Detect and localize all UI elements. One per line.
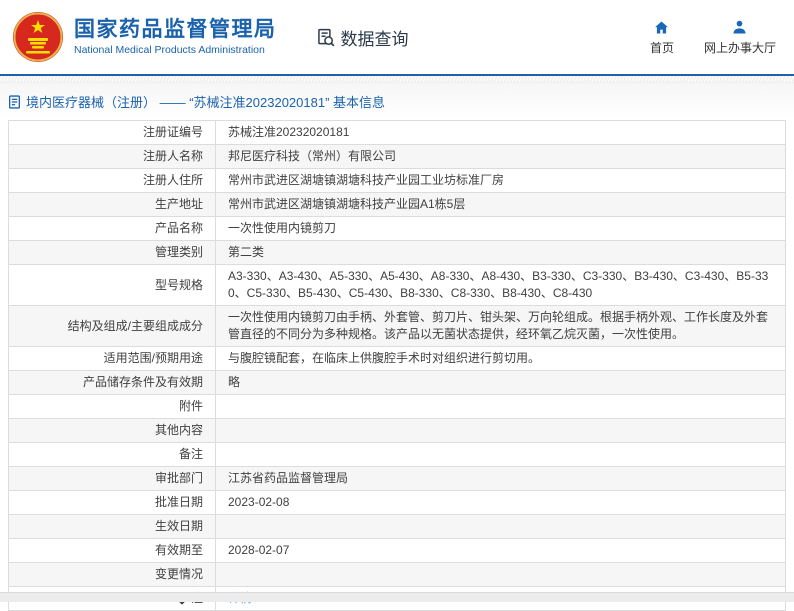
- table-row: 生产地址 常州市武进区湖塘镇湖塘科技产业园A1栋5层: [8, 192, 786, 217]
- row-value: 邦尼医疗科技（常州）有限公司: [215, 144, 786, 169]
- row-value: 2023-02-08: [215, 490, 786, 515]
- row-value: [215, 562, 786, 587]
- row-label: 型号规格: [8, 264, 216, 306]
- row-label: 批准日期: [8, 490, 216, 515]
- row-value: 略: [215, 370, 786, 395]
- row-value: A3-330、A3-430、A5-330、A5-430、A8-330、A8-43…: [215, 264, 786, 306]
- nmpa-logo[interactable]: 国家药品监督管理局 National Medical Products Admi…: [12, 11, 277, 63]
- row-label: 产品储存条件及有效期: [8, 370, 216, 395]
- row-label: 结构及组成/主要组成成分: [8, 305, 216, 347]
- table-row: 结构及组成/主要组成成分 一次性使用内镜剪刀由手柄、外套管、剪刀片、钳头架、万向轮…: [8, 305, 786, 347]
- nav-home-label: 首页: [649, 40, 674, 55]
- table-row: 批准日期 2023-02-08: [8, 490, 786, 515]
- row-value: [215, 514, 786, 539]
- row-value: 苏械注准20232020181: [215, 120, 786, 145]
- row-label: 变更情况: [8, 562, 216, 587]
- row-value: 2028-02-07: [215, 538, 786, 563]
- document-icon: [9, 94, 20, 109]
- header-nav: 首页 网上办事大厅: [650, 19, 776, 56]
- data-query-title[interactable]: 数据查询: [315, 25, 409, 50]
- table-row: 有效期至 2028-02-07: [8, 538, 786, 563]
- row-label: 有效期至: [8, 538, 216, 563]
- row-label: 附件: [8, 394, 216, 419]
- org-name-cn: 国家药品监督管理局: [74, 17, 277, 41]
- nav-service-hall[interactable]: 网上办事大厅: [704, 19, 776, 56]
- row-label: 注册人住所: [8, 168, 216, 193]
- row-label: 生产地址: [8, 192, 216, 217]
- row-value: 一次性使用内镜剪刀由手柄、外套管、剪刀片、钳头架、万向轮组成。根据手柄外观、工作…: [215, 305, 786, 347]
- nav-service-hall-label: 网上办事大厅: [703, 40, 776, 55]
- row-value: 江苏省药品监督管理局: [215, 466, 786, 491]
- site-header: 国家药品监督管理局 National Medical Products Admi…: [0, 0, 794, 76]
- detail-table-body: 注册证编号 苏械注准20232020181 注册人名称 邦尼医疗科技（常州）有限公司注…: [8, 120, 786, 611]
- data-query-icon: [317, 28, 334, 46]
- breadcrumb: 境内医疗器械（注册） —— “苏械注准20232020181” 基本信息: [0, 83, 794, 119]
- header-divider: [0, 76, 794, 83]
- row-label: 注册证编号: [8, 120, 216, 145]
- person-icon: [733, 20, 747, 34]
- row-label: 其他内容: [8, 418, 216, 443]
- org-name-en: National Medical Products Administration: [74, 44, 265, 57]
- row-label: 管理类别: [8, 240, 216, 265]
- data-query-label: 数据查询: [340, 29, 409, 49]
- table-row: 生效日期: [8, 514, 786, 539]
- org-names: 国家药品监督管理局 National Medical Products Admi…: [74, 18, 277, 56]
- row-value: 与腹腔镜配套，在临床上供腹腔手术时对组织进行剪切用。: [215, 346, 786, 371]
- row-label: 注册人名称: [8, 144, 216, 169]
- row-value: [215, 418, 786, 443]
- table-row: 产品储存条件及有效期略: [8, 370, 786, 395]
- table-row: 备注: [8, 442, 786, 467]
- table-row: 型号规格 A3-330、A3-430、A5-330、A5-430、A8-330、A…: [8, 264, 786, 306]
- detail-table: 注册证编号 苏械注准20232020181 注册人名称 邦尼医疗科技（常州）有限公司注…: [8, 120, 786, 611]
- row-value: [215, 394, 786, 419]
- row-value: 第二类: [215, 240, 786, 265]
- table-row: 产品名称 一次性使用内镜剪刀: [8, 216, 786, 241]
- table-row: 变更情况: [8, 562, 786, 587]
- row-label: 生效日期: [8, 514, 216, 539]
- table-row: 注册人名称 邦尼医疗科技（常州）有限公司: [8, 144, 786, 169]
- table-row: 适用范围/预期用途 与腹腔镜配套，在临床上供腹腔手术时对组织进行剪切用。: [8, 346, 786, 371]
- page-title: 境内医疗器械（注册） —— “苏械注准20232020181” 基本信息: [26, 95, 386, 110]
- row-label: 备注: [8, 442, 216, 467]
- row-label: 适用范围/预期用途: [8, 346, 216, 371]
- row-value: [215, 442, 786, 467]
- row-value: 常州市武进区湖塘镇湖塘科技产业园工业坊标准厂房: [215, 168, 786, 193]
- table-row: 审批部门 江苏省药品监督管理局: [8, 466, 786, 491]
- table-row: 管理类别 第二类: [8, 240, 786, 265]
- table-row: 注册证编号 苏械注准20232020181: [8, 120, 786, 145]
- row-label: 产品名称: [8, 216, 216, 241]
- national-emblem-icon: [13, 12, 63, 62]
- nav-home[interactable]: 首页: [650, 19, 674, 56]
- table-row: 其他内容: [8, 418, 786, 443]
- row-value: 一次性使用内镜剪刀: [215, 216, 786, 241]
- table-row: 附件: [8, 394, 786, 419]
- row-value: 常州市武进区湖塘镇湖塘科技产业园A1栋5层: [215, 192, 786, 217]
- row-label: 审批部门: [8, 466, 216, 491]
- table-row: 注册人住所 常州市武进区湖塘镇湖塘科技产业园工业坊标准厂房: [8, 168, 786, 193]
- footer-band: [0, 592, 794, 602]
- home-icon: [655, 20, 669, 34]
